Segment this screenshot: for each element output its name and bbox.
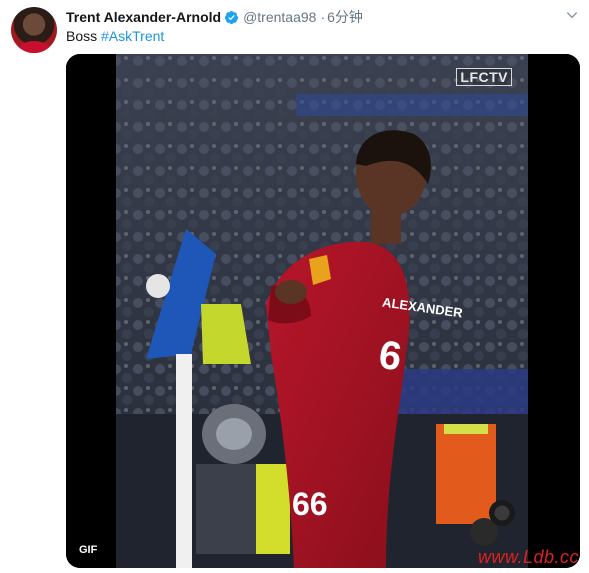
tweet-header: Trent Alexander-Arnold @trentaa98 · 6分钟 bbox=[66, 8, 569, 26]
display-name[interactable]: Trent Alexander-Arnold bbox=[66, 9, 221, 25]
separator-dot: · bbox=[320, 9, 326, 25]
chevron-down-icon[interactable] bbox=[565, 8, 579, 22]
avatar[interactable] bbox=[11, 7, 57, 53]
watermark-text: www.Ldb.cc bbox=[477, 547, 579, 567]
gif-media[interactable]: LFCTV ALEXANDER 6 66 GIF bbox=[66, 54, 580, 568]
watermark-logo-icon bbox=[489, 500, 515, 526]
gif-badge: GIF bbox=[74, 542, 103, 558]
verified-badge-icon bbox=[224, 10, 239, 25]
hashtag-link[interactable]: #AskTrent bbox=[101, 28, 164, 44]
jersey-number-shorts: 66 bbox=[292, 486, 328, 522]
lfctv-logo: LFCTV bbox=[456, 68, 512, 86]
tweet-timestamp[interactable]: 6分钟 bbox=[327, 7, 363, 27]
tweet-text-plain: Boss bbox=[66, 28, 102, 44]
user-handle[interactable]: @trentaa98 bbox=[243, 9, 316, 25]
tweet-text: Boss #AskTrent bbox=[66, 28, 164, 44]
